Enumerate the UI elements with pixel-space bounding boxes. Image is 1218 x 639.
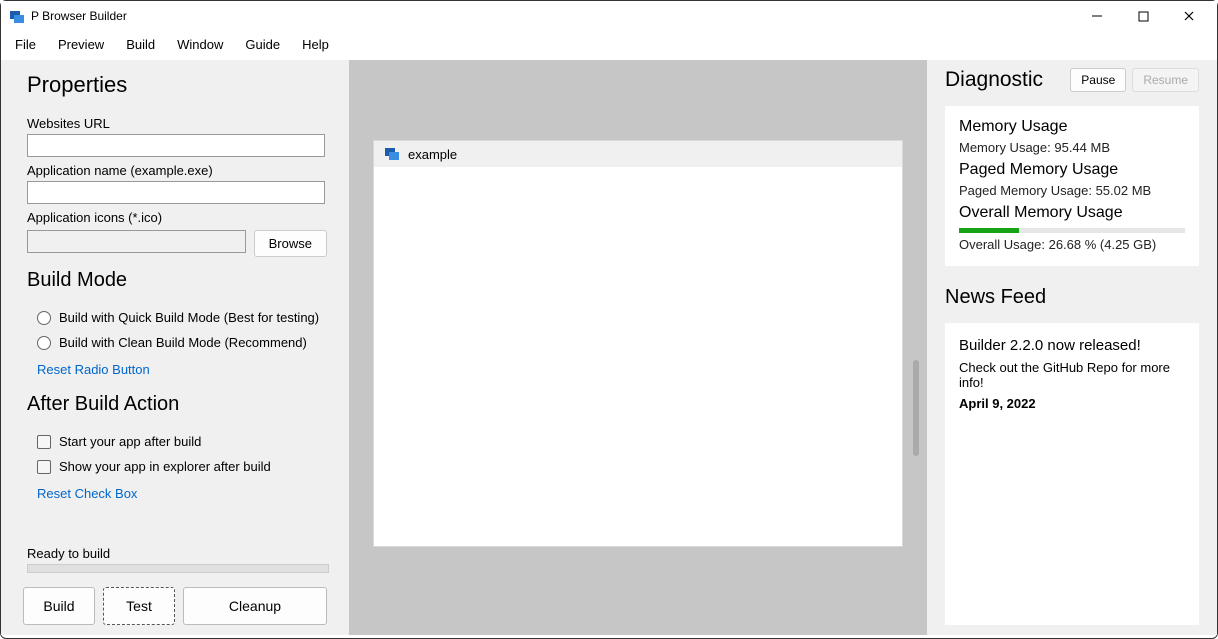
memory-usage-heading: Memory Usage [959,118,1185,136]
quick-build-label: Build with Quick Build Mode (Best for te… [59,310,319,325]
preview-titlebar: example [374,141,902,167]
app-icon [9,8,25,24]
url-label: Websites URL [27,116,327,131]
menu-window[interactable]: Window [177,37,223,52]
news-date: April 9, 2022 [959,396,1185,411]
diagnostic-card: Memory Usage Memory Usage: 95.44 MB Page… [945,106,1199,266]
menu-preview[interactable]: Preview [58,37,104,52]
news-title: Builder 2.2.0 now released! [959,337,1185,354]
clean-build-label: Build with Clean Build Mode (Recommend) [59,335,307,350]
menu-build[interactable]: Build [126,37,155,52]
properties-panel: Properties Websites URL Application name… [1,60,349,635]
title-bar: P Browser Builder [1,1,1217,31]
appname-input[interactable] [27,181,325,204]
diagnostic-heading: Diagnostic [945,68,1064,92]
show-in-explorer-checkbox[interactable] [37,460,51,474]
test-button[interactable]: Test [103,587,175,625]
preview-panel: example [349,60,927,635]
preview-title: example [408,147,457,162]
news-feed-heading: News Feed [945,286,1199,309]
reset-radio-link[interactable]: Reset Radio Button [37,362,327,377]
icons-input[interactable] [27,230,246,253]
preview-window: example [373,140,903,547]
build-mode-heading: Build Mode [27,269,327,292]
window-controls [1087,6,1209,26]
scrollbar-thumb[interactable] [913,360,919,456]
preview-app-icon [384,145,400,164]
show-in-explorer-label: Show your app in explorer after build [59,459,271,474]
news-card: Builder 2.2.0 now released! Check out th… [945,323,1199,625]
pause-button[interactable]: Pause [1070,68,1126,92]
menu-guide[interactable]: Guide [245,37,280,52]
quick-build-radio[interactable] [37,311,51,325]
cleanup-button[interactable]: Cleanup [183,587,327,625]
overall-memory-heading: Overall Memory Usage [959,204,1185,222]
build-button[interactable]: Build [23,587,95,625]
start-after-build-checkbox[interactable] [37,435,51,449]
start-after-build-label: Start your app after build [59,434,201,449]
window-title: P Browser Builder [31,9,127,23]
right-panel: Diagnostic Pause Resume Memory Usage Mem… [927,60,1217,635]
paged-memory-value: Paged Memory Usage: 55.02 MB [959,183,1185,198]
menu-file[interactable]: File [15,37,36,52]
overall-memory-bar [959,228,1185,233]
icons-label: Application icons (*.ico) [27,210,327,225]
after-build-heading: After Build Action [27,393,327,416]
reset-check-link[interactable]: Reset Check Box [37,486,327,501]
memory-usage-value: Memory Usage: 95.44 MB [959,140,1185,155]
news-body: Check out the GitHub Repo for more info! [959,360,1185,390]
url-input[interactable] [27,134,325,157]
resume-button[interactable]: Resume [1132,68,1199,92]
overall-memory-value: Overall Usage: 26.68 % (4.25 GB) [959,237,1185,252]
paged-memory-heading: Paged Memory Usage [959,161,1185,179]
browse-button[interactable]: Browse [254,230,327,257]
close-icon[interactable] [1179,6,1199,26]
minimize-icon[interactable] [1087,6,1107,26]
build-progress-bar [27,564,329,573]
appname-label: Application name (example.exe) [27,163,327,178]
clean-build-radio[interactable] [37,336,51,350]
menu-bar: File Preview Build Window Guide Help [1,31,1217,60]
menu-help[interactable]: Help [302,37,329,52]
status-text: Ready to build [27,546,327,561]
maximize-icon[interactable] [1133,6,1153,26]
properties-heading: Properties [27,72,327,98]
